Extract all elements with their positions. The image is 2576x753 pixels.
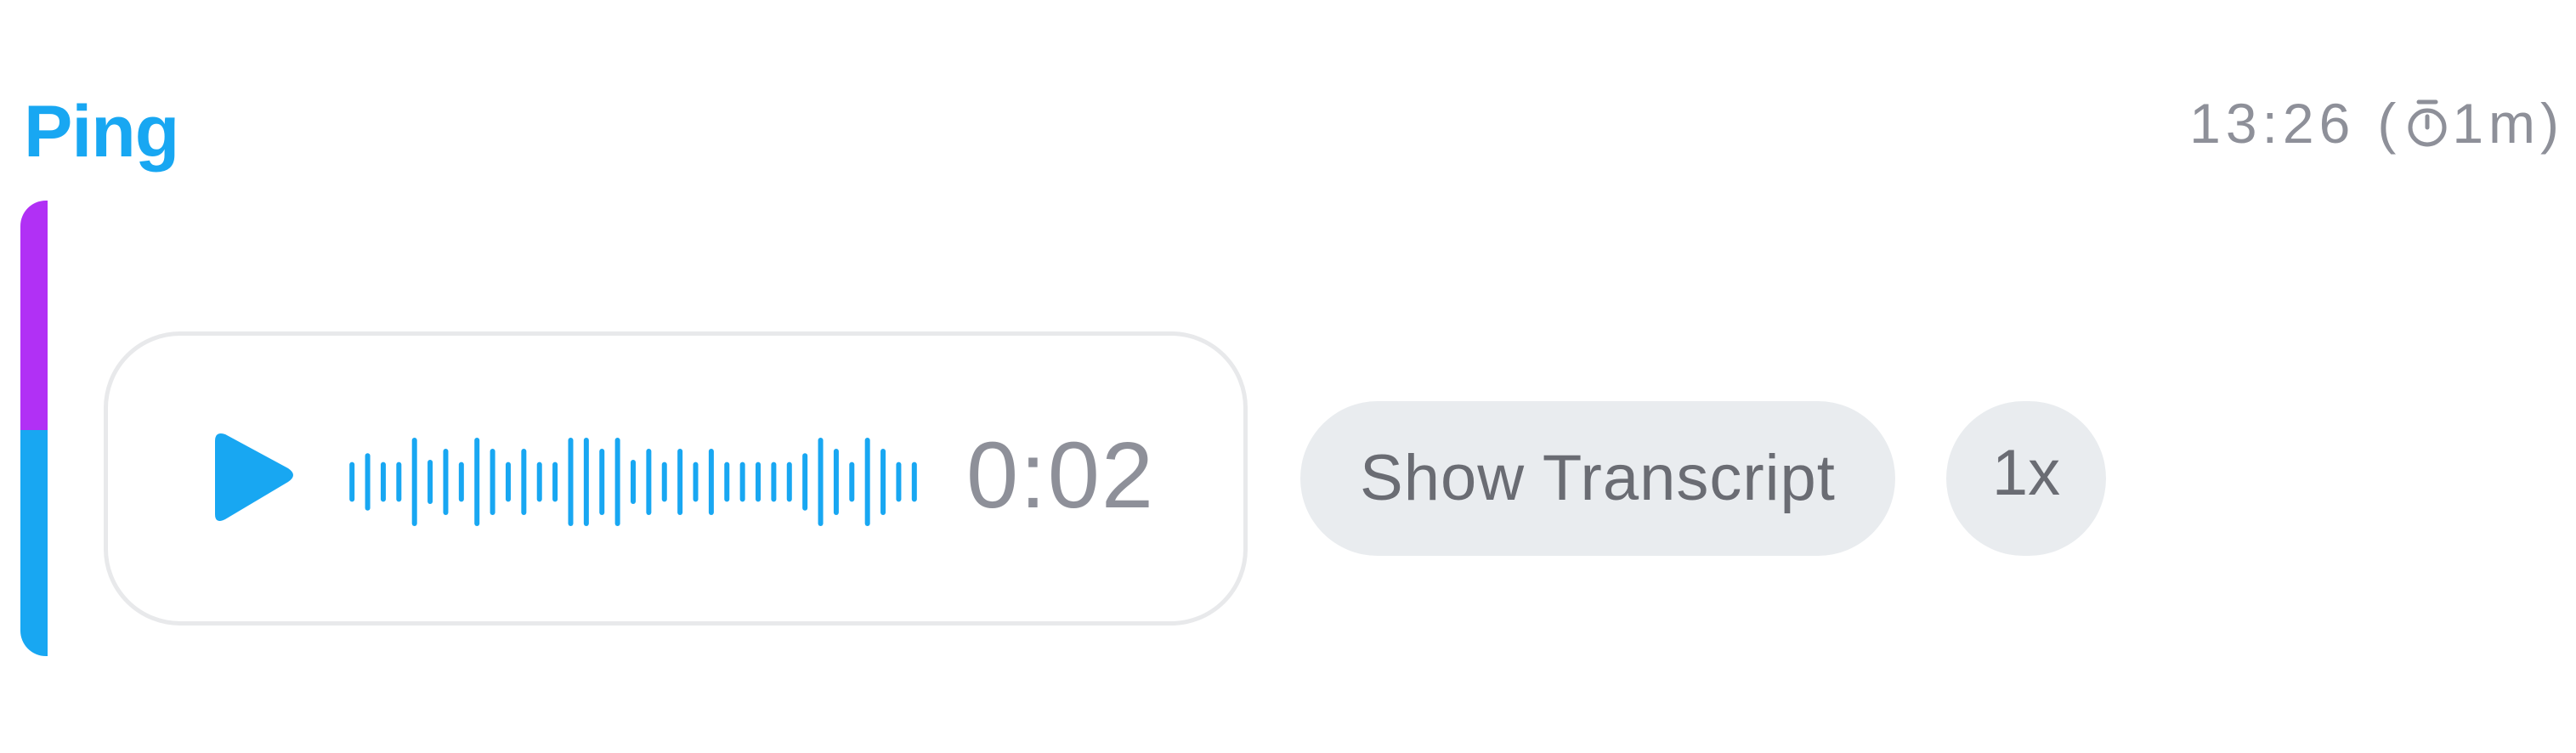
waveform-bar [505, 461, 511, 502]
waveform-bar [708, 449, 714, 515]
timestamp-open-paren: ( [2377, 92, 2402, 155]
message-accent-bar [20, 201, 48, 656]
waveform-bar [693, 461, 699, 502]
waveform-bar [786, 461, 792, 502]
stopwatch-icon [2408, 99, 2447, 147]
waveform-bar [443, 449, 449, 515]
show-transcript-button[interactable]: Show Transcript [1300, 401, 1895, 556]
waveform-bar [771, 461, 777, 502]
waveform-bar [818, 438, 824, 526]
waveform-bar [427, 460, 433, 504]
waveform-bar [646, 449, 652, 515]
waveform-bar [614, 438, 620, 526]
waveform-bar [724, 461, 730, 502]
sender-name: Ping [24, 91, 179, 173]
waveform-bar [880, 449, 886, 515]
waveform-bar [864, 438, 870, 526]
message-timestamp: 13:26 ( 1m ) [2189, 95, 2564, 151]
ephemeral-duration: 1m [2452, 92, 2541, 155]
message-time: 13:26 [2189, 92, 2356, 155]
waveform-bar [490, 449, 495, 515]
waveform-bar [599, 449, 605, 515]
waveform-bar [833, 449, 839, 515]
waveform-bar [536, 461, 542, 502]
waveform-bar [739, 461, 745, 502]
waveform-bar [474, 438, 480, 526]
voice-note-duration: 0:02 [966, 423, 1156, 528]
voice-note-card: 0:02 [104, 331, 1248, 626]
waveform-bar [896, 461, 902, 502]
waveform-bar [521, 449, 527, 515]
waveform-bar [458, 461, 464, 502]
waveform-bar [411, 438, 417, 526]
waveform-bar [756, 461, 761, 502]
waveform-bar [365, 453, 371, 511]
play-button[interactable] [203, 431, 298, 526]
play-icon [215, 433, 293, 521]
audio-waveform[interactable] [344, 387, 922, 577]
waveform-bar [396, 461, 402, 502]
waveform-bar [380, 461, 386, 502]
waveform-bar [661, 461, 667, 502]
accent-bar-blue-segment [20, 430, 48, 656]
playback-speed-button[interactable]: 1x [1946, 401, 2106, 556]
waveform-bar [568, 438, 574, 526]
waveform-bar [552, 461, 558, 502]
waveform-bar [911, 461, 917, 502]
waveform-bar [583, 438, 589, 526]
timestamp-close-paren: ) [2540, 92, 2564, 155]
waveform-bar [349, 461, 355, 502]
waveform-bar [802, 453, 808, 511]
accent-bar-purple-segment [20, 201, 48, 430]
waveform-bar [631, 460, 636, 504]
waveform-bar [677, 449, 683, 515]
waveform-bar [849, 461, 855, 502]
